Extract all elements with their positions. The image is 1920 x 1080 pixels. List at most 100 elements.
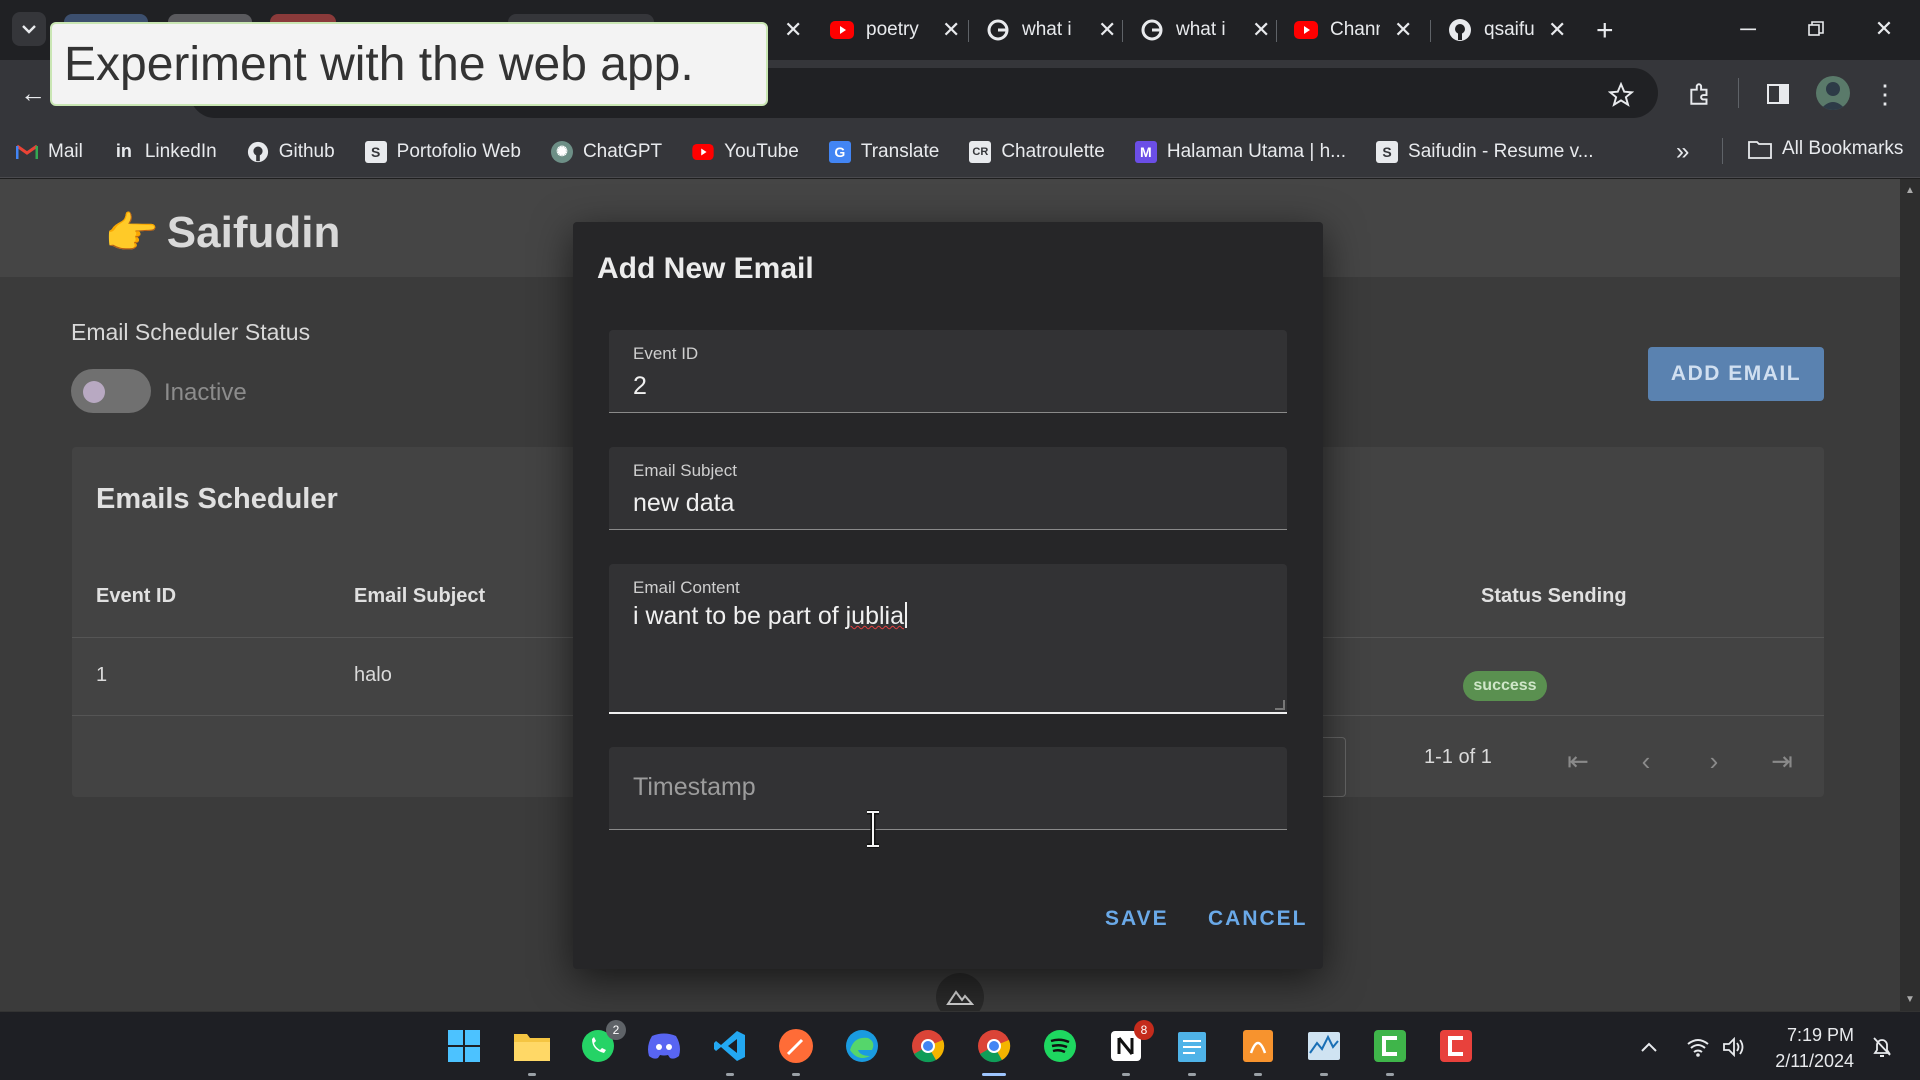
all-bookmarks-button[interactable]: All Bookmarks (1748, 138, 1903, 160)
camtasia-red-icon[interactable] (1436, 1026, 1476, 1066)
close-icon[interactable]: ✕ (1548, 17, 1566, 43)
start-windows-icon[interactable] (444, 1026, 484, 1066)
profile-avatar[interactable] (1816, 76, 1850, 110)
bookmark-github[interactable]: Github (247, 141, 335, 163)
scroll-down-icon[interactable]: ▼ (1904, 994, 1916, 1005)
kebab-menu-icon[interactable]: ⋮ (1872, 78, 1898, 110)
bookmark-youtube[interactable]: YouTube (692, 141, 799, 163)
tray-chevron-up-icon[interactable] (1640, 1012, 1658, 1080)
bookmark-halaman[interactable]: M Halaman Utama | h... (1134, 140, 1346, 163)
file-explorer-icon[interactable] (512, 1026, 552, 1076)
last-page-icon[interactable]: ⇥ (1762, 741, 1802, 781)
event-id-value: 2 (633, 372, 647, 400)
chrome-icon[interactable] (908, 1026, 948, 1066)
pdf-app-icon[interactable] (1238, 1026, 1278, 1076)
volume-icon[interactable] (1722, 1012, 1746, 1080)
bookmark-translate[interactable]: G Translate (828, 140, 939, 163)
cell-email-subject: halo (354, 664, 392, 686)
bookmark-chatgpt[interactable]: ✺ ChatGPT (550, 140, 662, 163)
email-content-textarea[interactable]: Email Content i want to be part of jubli… (609, 564, 1287, 714)
next-page-icon[interactable]: › (1694, 741, 1734, 781)
restore-icon[interactable] (1796, 12, 1836, 46)
notification-bell-icon[interactable] (1870, 1012, 1894, 1080)
scheduler-status-label: Email Scheduler Status (71, 319, 311, 345)
tab-title: Channel (1330, 19, 1380, 40)
chrome-profile-icon[interactable] (974, 1026, 1014, 1076)
timestamp-field[interactable]: Timestamp (609, 747, 1287, 830)
page-scrollbar[interactable]: ▲ ▼ (1900, 179, 1920, 1011)
column-header-event-id[interactable]: Event ID (96, 585, 176, 608)
tab-title: what i (1022, 19, 1072, 40)
system-clock[interactable]: 7:19 PM 2/11/2024 (1772, 1022, 1854, 1074)
scheduler-toggle[interactable] (71, 369, 151, 413)
windows-taskbar: 2 8 7:19 PM 2/11/2024 (0, 1011, 1920, 1080)
close-icon[interactable]: ✕ (784, 17, 802, 43)
scroll-up-icon[interactable]: ▲ (1904, 185, 1916, 196)
tab-github-qsaifu[interactable]: qsaifu ✕ (1448, 10, 1566, 50)
side-panel-icon[interactable] (1762, 78, 1794, 110)
tab-search-button[interactable] (12, 12, 46, 46)
vscode-icon[interactable] (710, 1026, 750, 1076)
email-subject-field[interactable]: Email Subject new data (609, 447, 1287, 530)
star-icon[interactable] (1606, 80, 1636, 110)
discord-icon[interactable] (644, 1026, 684, 1066)
clock-date: 2/11/2024 (1775, 1051, 1854, 1071)
prev-page-icon[interactable]: ‹ (1626, 741, 1666, 781)
status-badge: success (1463, 671, 1547, 701)
tab-close-hidden[interactable]: ✕ (770, 10, 802, 50)
notepad-icon[interactable] (1172, 1026, 1212, 1076)
notion-badge: 8 (1134, 1020, 1154, 1040)
s-icon: S (1376, 140, 1399, 163)
cr-icon: CR (969, 140, 992, 163)
pagination-range: 1-1 of 1 (1424, 746, 1492, 768)
resize-handle-icon[interactable] (1275, 700, 1285, 710)
wifi-icon[interactable] (1686, 1012, 1710, 1080)
whatsapp-icon[interactable]: 2 (578, 1020, 626, 1066)
back-arrow-icon[interactable]: ← (18, 78, 48, 108)
bookmark-chatroulette[interactable]: CR Chatroulette (969, 140, 1105, 163)
first-page-icon[interactable]: ⇤ (1558, 741, 1598, 781)
gmail-icon (16, 141, 38, 163)
double-chevron-right-icon[interactable]: » (1676, 138, 1689, 166)
tab-google-what-2[interactable]: what i ✕ (1140, 10, 1270, 50)
chatgpt-icon: ✺ (550, 140, 573, 163)
bookmark-resume[interactable]: S Saifudin - Resume v... (1376, 140, 1594, 163)
tab-google-what-1[interactable]: what i ✕ (986, 10, 1116, 50)
camtasia-green-icon[interactable] (1370, 1026, 1410, 1076)
cancel-button[interactable]: CANCEL (1208, 907, 1308, 931)
spotify-icon[interactable] (1040, 1026, 1080, 1066)
youtube-icon (692, 141, 714, 163)
bookmark-portofolio[interactable]: S Portofolio Web (364, 140, 521, 163)
postman-icon[interactable] (776, 1026, 816, 1076)
edge-icon[interactable] (842, 1026, 882, 1066)
pointing-hand-icon: 👉 (104, 209, 159, 258)
add-email-button[interactable]: ADD EMAIL (1648, 347, 1824, 401)
task-manager-icon[interactable] (1304, 1026, 1344, 1076)
close-icon[interactable]: ✕ (1252, 17, 1270, 43)
column-header-email-subject[interactable]: Email Subject (354, 585, 485, 608)
timestamp-placeholder: Timestamp (633, 773, 756, 801)
notion-icon[interactable]: 8 (1106, 1020, 1154, 1076)
bookmark-mail[interactable]: Mail (16, 141, 83, 163)
close-icon[interactable]: ✕ (1098, 17, 1116, 43)
close-icon[interactable]: ✕ (1394, 17, 1412, 43)
whatsapp-badge: 2 (606, 1020, 626, 1040)
close-icon[interactable]: ✕ (942, 17, 960, 43)
halaman-icon: M (1134, 140, 1157, 163)
extensions-puzzle-icon[interactable] (1684, 78, 1716, 110)
tab-youtube-channel[interactable]: Channel ✕ (1294, 10, 1412, 50)
add-email-dialog: Add New Email Event ID 2 Email Subject n… (573, 222, 1323, 969)
save-button[interactable]: SAVE (1105, 907, 1169, 931)
github-icon (1448, 18, 1472, 42)
column-header-status-sending[interactable]: Status Sending (1481, 585, 1627, 608)
bookmark-label: Mail (48, 140, 83, 162)
tab-youtube-poetry[interactable]: poetry ✕ (830, 10, 960, 50)
minimize-icon[interactable]: ─ (1728, 12, 1768, 46)
toggle-knob (83, 381, 105, 403)
window-close-icon[interactable]: ✕ (1864, 12, 1904, 46)
event-id-field[interactable]: Event ID 2 (609, 330, 1287, 413)
linkedin-icon: in (115, 141, 132, 161)
bookmark-linkedin[interactable]: in LinkedIn (113, 141, 217, 163)
new-tab-plus-icon[interactable]: + (1596, 14, 1614, 48)
google-icon (1140, 18, 1164, 42)
